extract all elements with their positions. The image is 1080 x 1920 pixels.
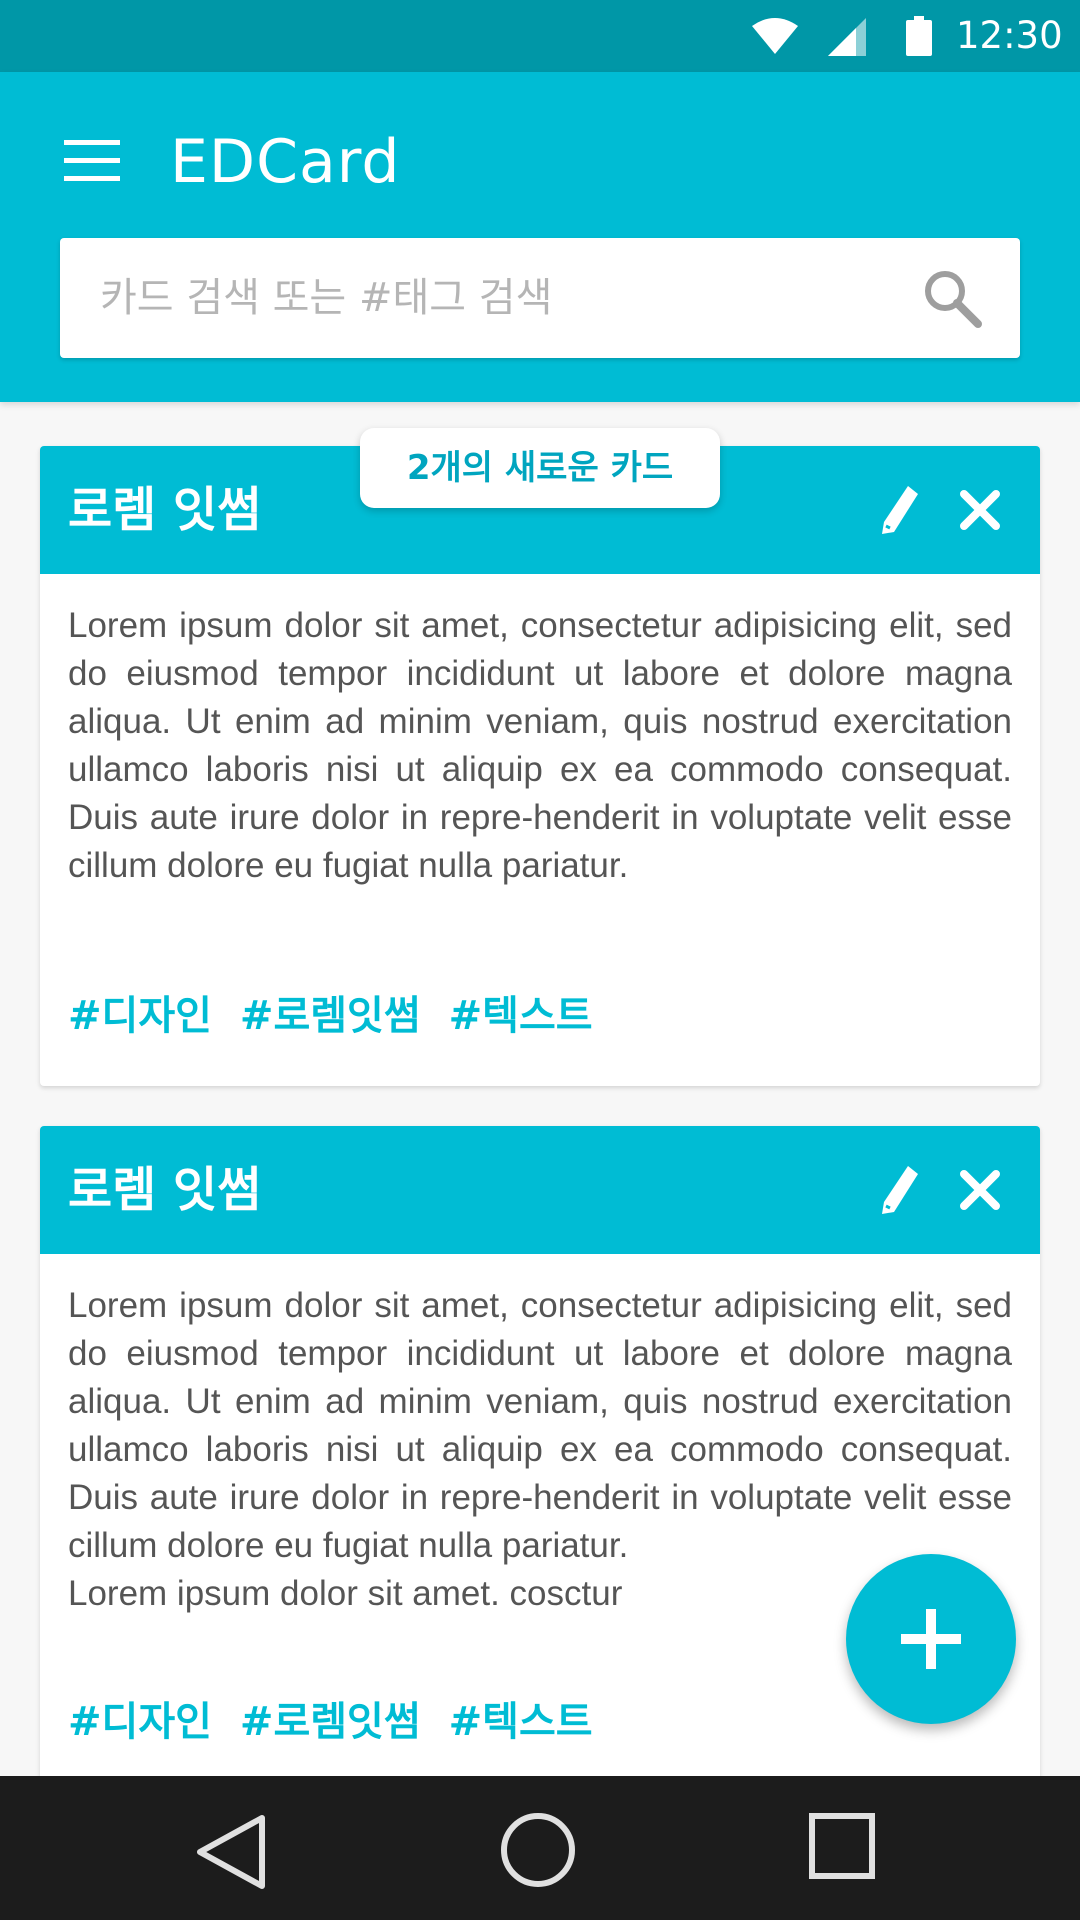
add-card-button[interactable] [846, 1554, 1016, 1724]
home-icon[interactable] [498, 1810, 578, 1890]
card-body: Lorem ipsum dolor sit amet, consectetur … [68, 602, 1012, 890]
edit-button[interactable] [872, 482, 928, 538]
card-header: 로렘 잇썸 [40, 1126, 1040, 1254]
screen: 12:30 EDCard 로렘 잇썸 [0, 0, 1080, 1920]
tag[interactable]: #로렘잇썸 [240, 1692, 421, 1752]
close-button[interactable] [952, 482, 1008, 538]
hamburger-menu-icon [64, 140, 120, 145]
close-icon [960, 490, 1000, 530]
back-icon[interactable] [190, 1812, 270, 1892]
card-title: 로렘 잇썸 [68, 1162, 262, 1218]
navigation-bar [0, 1776, 1080, 1920]
search-input[interactable] [100, 238, 900, 358]
edit-button[interactable] [872, 1162, 928, 1218]
tag[interactable]: #텍스트 [449, 986, 593, 1046]
card-body-text: Lorem ipsum dolor sit amet, consectetur … [68, 1286, 1012, 1565]
tag-list: #디자인 #로렘잇썸 #텍스트 [68, 986, 593, 1046]
app-title: EDCard [170, 127, 401, 197]
card-body-text: Lorem ipsum dolor sit amet, consectetur … [68, 606, 1012, 885]
tag[interactable]: #디자인 [68, 1692, 212, 1752]
card[interactable]: 로렘 잇썸 Lorem ipsum dolor sit amet, consec… [40, 446, 1040, 1086]
search-box [60, 238, 1020, 358]
tag[interactable]: #텍스트 [449, 1692, 593, 1752]
signal-icon [828, 18, 866, 60]
tag[interactable]: #디자인 [68, 986, 212, 1046]
close-icon [960, 1170, 1000, 1210]
hamburger-menu-line [64, 158, 120, 163]
battery-icon [906, 16, 932, 60]
pencil-icon [882, 486, 918, 534]
status-bar: 12:30 [0, 0, 1080, 72]
wifi-icon [752, 18, 798, 58]
recents-icon[interactable] [808, 1812, 880, 1884]
card-title: 로렘 잇썸 [68, 482, 262, 538]
hamburger-menu-line [64, 176, 120, 181]
tag-list: #디자인 #로렘잇썸 #텍스트 [68, 1692, 593, 1752]
card[interactable]: 로렘 잇썸 Lorem ipsum dolor sit amet, consec… [40, 1126, 1040, 1826]
status-time: 12:30 [956, 14, 1063, 57]
plus-icon [901, 1609, 961, 1669]
new-cards-button[interactable]: 2개의 새로운 카드 [360, 428, 720, 508]
app-bar: EDCard [0, 72, 1080, 402]
card-body: Lorem ipsum dolor sit amet, consectetur … [68, 1282, 1012, 1618]
tag[interactable]: #로렘잇썸 [240, 986, 421, 1046]
close-button[interactable] [952, 1162, 1008, 1218]
pencil-icon [882, 1166, 918, 1214]
search-icon[interactable] [918, 264, 988, 334]
menu-button[interactable] [50, 122, 130, 202]
